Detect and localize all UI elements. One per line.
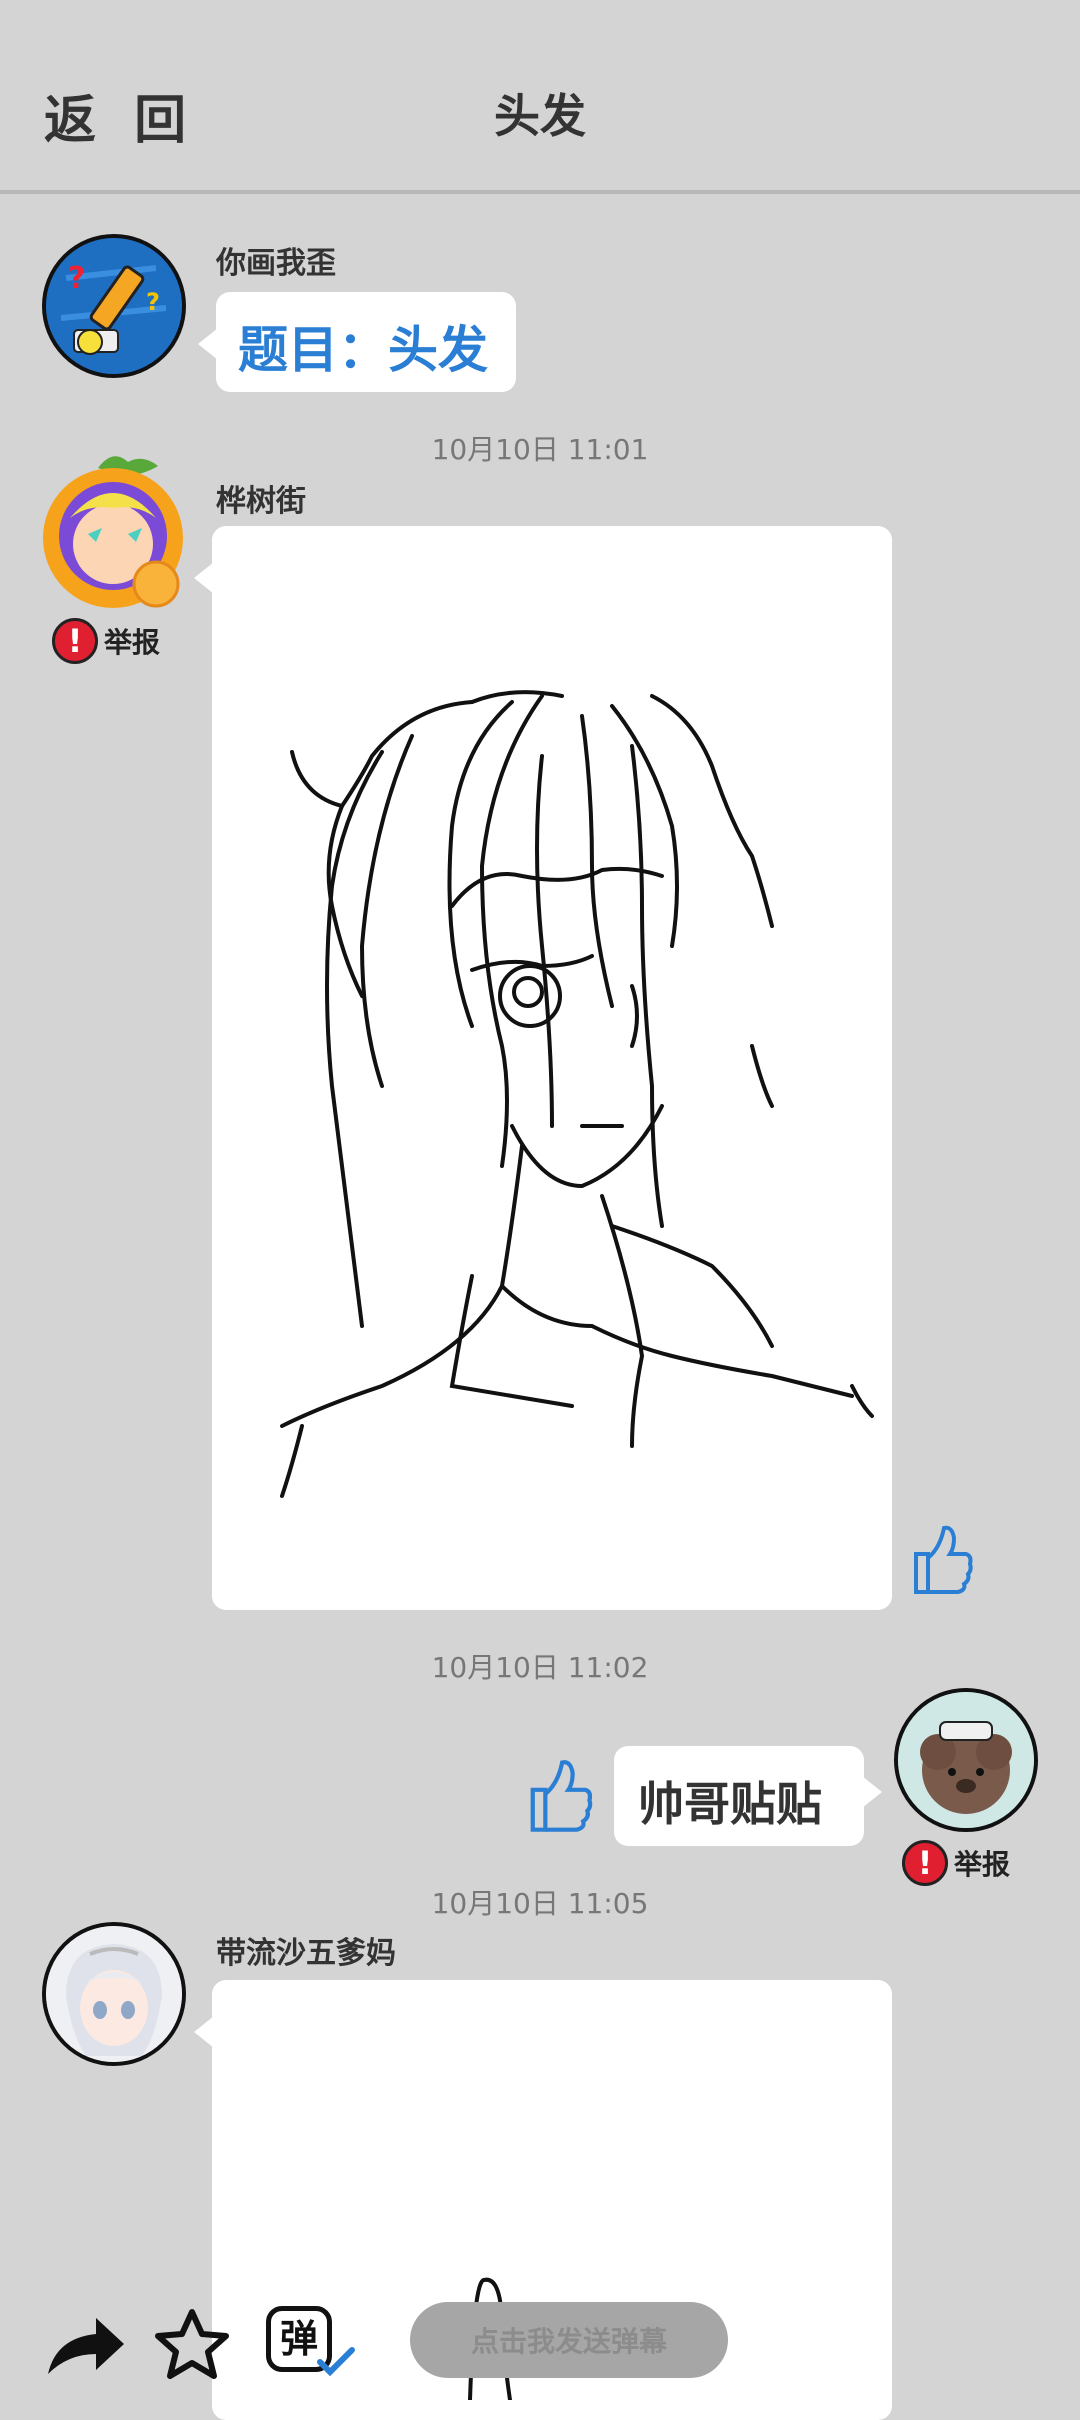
check-icon (317, 2347, 355, 2376)
timestamp: 10月10日 11:02 (431, 1651, 649, 1684)
comment-text: 帅哥贴贴 (638, 1777, 822, 1831)
sender-name: 你画我歪 (216, 246, 336, 281)
svg-text:?: ? (146, 288, 160, 316)
like-icon[interactable] (522, 1752, 596, 1836)
sender-name: 带流沙五爹妈 (216, 1936, 396, 1971)
timestamp: 10月10日 11:05 (431, 1887, 649, 1920)
like-icon[interactable] (906, 1518, 976, 1598)
comment-bubble: 帅哥贴贴 (614, 1746, 882, 1846)
report-label: 举报 (104, 626, 161, 659)
share-icon[interactable] (42, 2310, 128, 2380)
svg-text:?: ? (68, 261, 85, 296)
header-divider (0, 190, 1080, 194)
orange-avatar-icon (43, 456, 183, 608)
alert-icon: ! (902, 1840, 948, 1886)
danmu-toggle-button[interactable]: 弹 (262, 2302, 358, 2378)
star-icon[interactable] (152, 2306, 232, 2382)
drawing-bubble[interactable] (194, 526, 892, 1610)
pencil-icon: ? ? (46, 238, 182, 374)
topic-bubble: 题目：头发 (198, 292, 516, 392)
avatar-user[interactable] (28, 448, 198, 608)
alert-icon: ! (52, 618, 98, 664)
danmu-input[interactable]: 点击我发送弹幕 (410, 2302, 728, 2378)
report-button[interactable]: ! 举报 (902, 1840, 1010, 1886)
sender-name: 桦树街 (216, 484, 306, 519)
report-button[interactable]: ! 举报 (52, 618, 160, 664)
top-bar: 返 回 头发 (0, 0, 1080, 194)
anime-avatar-icon (46, 1926, 182, 2062)
poodle-avatar-icon (898, 1692, 1034, 1828)
avatar-user[interactable] (42, 1922, 186, 2066)
hair-drawing (280, 690, 874, 1498)
report-label: 举报 (954, 1848, 1011, 1881)
page-title: 头发 (494, 89, 586, 143)
avatar-system[interactable]: ? ? (42, 234, 186, 378)
avatar-user[interactable] (894, 1688, 1038, 1832)
topic-text: 题目：头发 (238, 321, 488, 379)
